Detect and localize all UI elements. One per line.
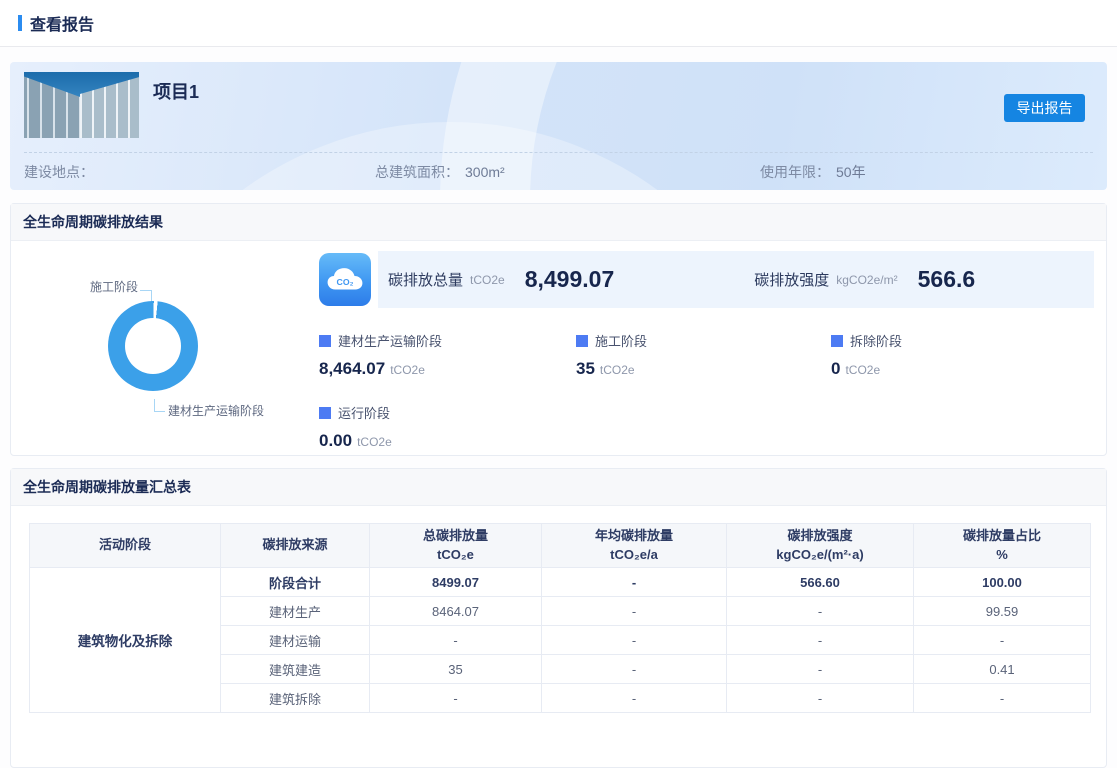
project-name: 项目1 xyxy=(153,78,199,104)
total-emission-value: 8,499.07 xyxy=(525,266,615,293)
legend-square-icon xyxy=(831,335,843,347)
total-emission-bar: 碳排放总量 tCO2e 8,499.07 碳排放强度 kgCO2e/m² 566… xyxy=(378,251,1094,308)
col-emission-ratio: 碳排放量占比% xyxy=(914,524,1091,568)
project-info-row: 建设地点： 总建筑面积：300m² 使用年限：50年 xyxy=(24,162,1093,182)
intensity-value: 566.6 xyxy=(918,266,976,293)
summary-table-card: 全生命周期碳排放量汇总表 活动阶段 碳排放来源 总碳排放量tCO₂e 年均碳排放… xyxy=(10,468,1107,768)
stage-materials: 建材生产运输阶段 8,464.07tCO2e xyxy=(319,331,576,379)
col-total-emission: 总碳排放量tCO₂e xyxy=(370,524,542,568)
info-floor-area: 总建筑面积：300m² xyxy=(375,162,760,182)
legend-square-icon xyxy=(319,335,331,347)
intensity-unit: kgCO2e/m² xyxy=(836,273,897,287)
legend-square-icon xyxy=(576,335,588,347)
svg-text:CO₂: CO₂ xyxy=(337,276,354,286)
info-location: 建设地点： xyxy=(24,162,375,182)
table-card-title: 全生命周期碳排放量汇总表 xyxy=(11,469,1106,506)
page-title: 查看报告 xyxy=(30,11,94,35)
donut-callout-materials: 建材生产运输阶段 xyxy=(168,402,264,419)
emission-summary-table: 活动阶段 碳排放来源 总碳排放量tCO₂e 年均碳排放量tCO₂e/a 碳排放强… xyxy=(29,523,1091,713)
col-emission-source: 碳排放来源 xyxy=(221,524,370,568)
stage-demolition: 拆除阶段 0tCO2e xyxy=(831,331,1094,379)
stage-stats-grid: 建材生产运输阶段 8,464.07tCO2e 施工阶段 35tCO2e 拆除阶段… xyxy=(319,331,1094,451)
table-header-row: 活动阶段 碳排放来源 总碳排放量tCO₂e 年均碳排放量tCO₂e/a 碳排放强… xyxy=(30,524,1091,568)
total-emission-unit: tCO2e xyxy=(470,273,505,287)
group-cell: 建筑物化及拆除 xyxy=(30,568,221,713)
project-thumbnail xyxy=(24,72,139,138)
export-report-button[interactable]: 导出报告 xyxy=(1004,94,1085,122)
stage-operation: 运行阶段 0.00tCO2e xyxy=(319,403,576,451)
donut-callout-construction: 施工阶段 xyxy=(46,278,138,295)
donut-ring xyxy=(108,301,198,391)
project-banner: 项目1 导出报告 建设地点： 总建筑面积：300m² 使用年限：50年 xyxy=(10,62,1107,190)
emission-stats: CO₂ 碳排放总量 tCO2e 8,499.07 碳排放强度 kgCO2e/m²… xyxy=(319,251,1094,451)
col-emission-intensity: 碳排放强度kgCO₂e/(m²·a) xyxy=(727,524,914,568)
col-activity-stage: 活动阶段 xyxy=(30,524,221,568)
co2-cloud-icon: CO₂ xyxy=(319,253,371,306)
leader-line xyxy=(154,411,165,412)
results-card-title: 全生命周期碳排放结果 xyxy=(11,204,1106,241)
title-accent-bar xyxy=(18,15,22,31)
lifecycle-results-card: 全生命周期碳排放结果 施工阶段 建材生产运输阶段 CO₂ 碳排放总量 tCO2e… xyxy=(10,203,1107,456)
lifecycle-donut-chart: 施工阶段 建材生产运输阶段 xyxy=(41,241,326,456)
table-row: 建筑物化及拆除 阶段合计 8499.07 - 566.60 100.00 xyxy=(30,568,1091,597)
page-header: 查看报告 xyxy=(0,0,1117,47)
legend-square-icon xyxy=(319,407,331,419)
stage-construction: 施工阶段 35tCO2e xyxy=(576,331,831,379)
total-emission-label: 碳排放总量 xyxy=(388,269,463,290)
intensity-label: 碳排放强度 xyxy=(754,269,829,290)
col-annual-emission: 年均碳排放量tCO₂e/a xyxy=(542,524,727,568)
banner-divider xyxy=(24,152,1093,153)
info-service-life: 使用年限：50年 xyxy=(760,162,1093,182)
